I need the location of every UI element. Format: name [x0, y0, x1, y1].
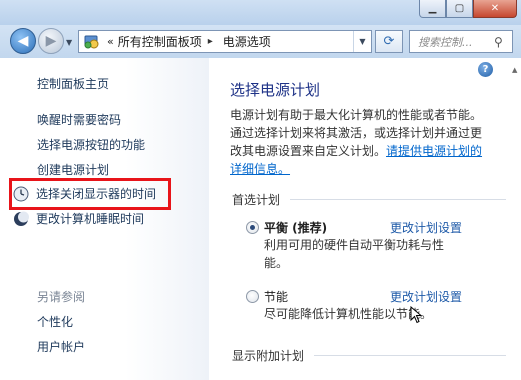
balanced-change-settings-link[interactable]: 更改计划设置: [390, 219, 462, 236]
search-box[interactable]: 搜索控制... ⚲: [409, 30, 513, 53]
breadcrumb-power-options[interactable]: 电源选项: [223, 33, 271, 50]
sidebar-link-require-password[interactable]: 唤醒时需要密码: [37, 111, 121, 128]
see-also-heading: 另请参阅: [37, 290, 86, 304]
refresh-button[interactable]: ⟳: [375, 30, 403, 53]
chevron-down-icon: ▼: [359, 37, 366, 46]
divider: [290, 199, 506, 200]
balanced-plan-radio[interactable]: [246, 221, 259, 234]
close-button[interactable]: ✕: [473, 0, 517, 18]
sidebar-link-create-plan[interactable]: 创建电源计划: [37, 161, 109, 178]
search-input[interactable]: 搜索控制...: [418, 34, 494, 50]
title-bar: ▁ ▢ ✕: [0, 0, 521, 25]
address-bar[interactable]: « 所有控制面板项 ▸ 电源选项 ▼: [78, 30, 372, 53]
back-button[interactable]: ◀: [10, 28, 36, 54]
sidebar-link-label: 更改计算机睡眠时间: [36, 212, 145, 226]
window-controls: ▁ ▢ ✕: [419, 0, 517, 18]
power-saver-change-settings-link[interactable]: 更改计划设置: [390, 288, 462, 305]
highlight-box: [9, 178, 171, 210]
navigation-bar: ◀ ▶ ▼ « 所有控制面板项 ▸ 电源选项 ▼ ⟳ 搜索控制... ⚲: [0, 25, 521, 58]
power-saver-plan-name[interactable]: 节能: [264, 288, 288, 305]
control-panel-home-link[interactable]: 控制面板主页: [37, 75, 109, 92]
arrow-left-icon: ◀: [17, 33, 29, 49]
breadcrumb-all-control-panel-items[interactable]: 所有控制面板项: [118, 33, 202, 50]
power-saver-plan-description: 尽可能降低计算机性能以节能。: [264, 307, 433, 321]
mouse-cursor-icon: [410, 306, 422, 324]
balanced-plan-name[interactable]: 平衡 (推荐): [264, 219, 327, 236]
page-title: 选择电源计划: [230, 81, 321, 99]
forward-button[interactable]: ▶: [38, 28, 64, 54]
show-additional-plans-toggle[interactable]: 显示附加计划: [232, 347, 304, 364]
sidebar-link-power-buttons[interactable]: 选择电源按钮的功能: [37, 136, 145, 153]
help-button[interactable]: ?: [478, 62, 493, 77]
preferred-plans-label: 首选计划: [232, 193, 281, 207]
maximize-icon: ▢: [454, 3, 465, 14]
control-panel-icon: [83, 33, 101, 51]
address-dropdown-button[interactable]: ▼: [353, 31, 371, 52]
scroll-up-icon[interactable]: ▲: [512, 66, 517, 74]
see-also-user-accounts-link[interactable]: 用户帐户: [37, 338, 85, 355]
page-description: 电源计划有助于最大化计算机的性能或者节能。通过选择计划来将其激活，或选择计划并通…: [230, 106, 492, 178]
radio-dot: [250, 225, 255, 230]
breadcrumb-separator-icon[interactable]: ▸: [208, 36, 213, 47]
balanced-plan-description: 利用可用的硬件自动平衡功耗与性能。: [264, 238, 445, 270]
power-saver-plan-radio[interactable]: [246, 290, 259, 303]
divider: [314, 355, 506, 356]
sidebar-link-sleep[interactable]: 更改计算机睡眠时间: [13, 210, 144, 227]
arrow-right-icon: ▶: [45, 33, 57, 49]
moon-icon: [14, 211, 29, 226]
breadcrumb-overflow[interactable]: «: [107, 35, 114, 48]
minimize-icon: ▁: [428, 3, 437, 14]
search-icon[interactable]: ⚲: [494, 35, 512, 49]
minimize-button[interactable]: ▁: [419, 0, 446, 18]
help-icon: ?: [482, 64, 489, 75]
refresh-icon: ⟳: [383, 34, 395, 49]
maximize-button[interactable]: ▢: [446, 0, 473, 18]
chevron-down-icon: ▼: [66, 38, 73, 47]
see-also-personalization-link[interactable]: 个性化: [37, 313, 73, 330]
close-icon: ✕: [490, 3, 500, 14]
recent-pages-dropdown[interactable]: ▼: [66, 38, 72, 47]
